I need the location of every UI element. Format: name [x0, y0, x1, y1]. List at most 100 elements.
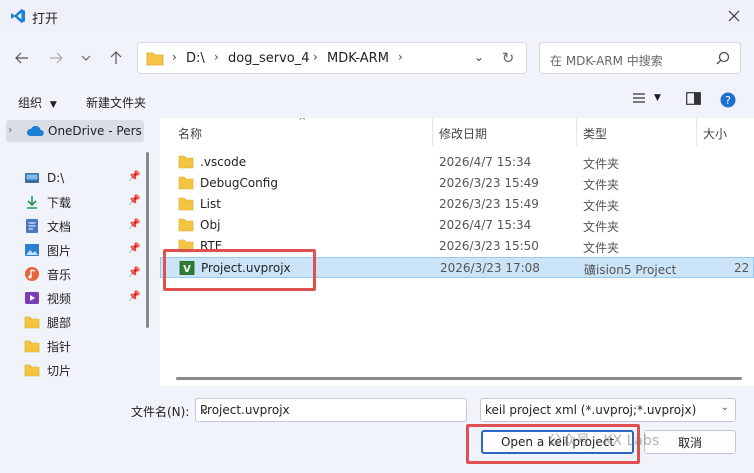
folder-icon — [178, 176, 194, 190]
chevron-right-icon: › — [398, 50, 403, 64]
view-options-button[interactable]: ▼ — [632, 92, 661, 104]
filename-field[interactable]: Project.uvprojx ⌄ — [195, 398, 467, 422]
column-divider[interactable] — [696, 118, 697, 146]
file-type: 文件夹 — [583, 220, 620, 234]
video-icon — [24, 290, 40, 306]
sidebar-item-label: 视频 — [47, 291, 72, 306]
caret-down-icon: ▼ — [654, 93, 661, 103]
sidebar-item-label: 切片 — [47, 363, 72, 378]
file-type-select[interactable]: keil project xml (*.uvproj;*.uvprojx) ⌄ — [480, 398, 736, 422]
file-row-obj[interactable]: Obj 2026/4/7 15:34 文件夹 — [160, 215, 754, 236]
column-divider[interactable] — [576, 118, 577, 146]
column-divider[interactable] — [432, 118, 433, 146]
close-icon — [728, 10, 740, 22]
close-button[interactable] — [722, 4, 746, 28]
sidebar-item-pictures[interactable]: 图片 📌 — [24, 239, 144, 261]
column-header-size[interactable]: 大小 — [703, 118, 727, 146]
sidebar-item-onedrive[interactable]: OneDrive - Pers — [6, 120, 144, 142]
column-header-name[interactable]: 名称 — [178, 118, 202, 146]
folder-icon — [178, 197, 194, 211]
pin-icon: 📌 — [128, 195, 141, 206]
up-button[interactable] — [104, 46, 128, 70]
watermark: 公众号 · KX Labs — [548, 433, 660, 449]
breadcrumb-mdk-arm[interactable]: MDK-ARM — [327, 51, 389, 66]
file-type: 文件夹 — [583, 199, 620, 213]
refresh-icon[interactable]: ↻ — [498, 49, 518, 69]
download-icon — [24, 194, 40, 210]
sidebar-item-label: OneDrive - Pers — [48, 124, 142, 138]
pin-icon: 📌 — [128, 291, 141, 302]
arrow-right-icon — [50, 52, 63, 64]
folder-icon — [146, 52, 164, 66]
file-row-debugconfig[interactable]: DebugConfig 2026/3/23 15:49 文件夹 — [160, 173, 754, 194]
help-button[interactable]: ? — [720, 92, 736, 108]
file-type: 礦ision5 Project — [584, 263, 677, 277]
list-view-icon — [633, 93, 645, 103]
chevron-down-icon: ⌄ — [720, 402, 729, 413]
sort-up-icon: ^ — [298, 118, 307, 127]
drive-icon — [24, 170, 40, 186]
file-date: 2026/3/23 15:49 — [439, 176, 539, 190]
breadcrumb-project[interactable]: dog_servo_4 — [228, 51, 310, 66]
pin-icon: 📌 — [128, 267, 141, 278]
new-folder-button[interactable]: 新建文件夹 — [86, 94, 146, 111]
folder-icon — [24, 314, 40, 330]
title-bar: 打开 — [0, 0, 754, 32]
command-bar: 组织 ▼ 新建文件夹 ▼ ? — [0, 86, 754, 116]
chevron-down-icon — [81, 55, 91, 61]
arrow-up-icon — [110, 51, 122, 64]
preview-pane-icon — [686, 92, 701, 105]
chevron-down-icon[interactable]: ⌄ — [200, 403, 460, 417]
file-date: 2026/3/23 17:08 — [440, 261, 540, 275]
column-header-type[interactable]: 类型 — [583, 118, 607, 146]
file-row-list[interactable]: List 2026/3/23 15:49 文件夹 — [160, 194, 754, 215]
file-date: 2026/4/7 15:34 — [439, 155, 532, 169]
address-bar[interactable]: › D:\ › dog_servo_4 › MDK-ARM › ⌄ ↻ — [137, 42, 527, 74]
preview-pane-button[interactable] — [686, 92, 701, 105]
sidebar-item-slices[interactable]: 切片 — [24, 359, 144, 381]
folder-icon — [24, 362, 40, 378]
file-size: 22 — [734, 261, 750, 275]
sidebar-item-drive-d[interactable]: D:\ 📌 — [24, 167, 144, 189]
caret-down-icon: ▼ — [49, 100, 57, 110]
file-type: 文件夹 — [583, 157, 620, 171]
sidebar-item-label: 音乐 — [47, 267, 72, 282]
sidebar-item-videos[interactable]: 视频 📌 — [24, 287, 144, 309]
file-type-value: keil project xml (*.uvproj;*.uvprojx) — [485, 403, 697, 417]
music-icon — [24, 266, 40, 282]
file-type: 文件夹 — [583, 178, 620, 192]
chevron-right-icon: › — [214, 50, 219, 64]
folder-icon — [24, 338, 40, 354]
sidebar-item-label: D:\ — [47, 171, 65, 185]
file-row-vscode[interactable]: .vscode 2026/4/7 15:34 文件夹 — [160, 152, 754, 173]
pin-icon: 📌 — [128, 171, 141, 182]
back-button[interactable] — [10, 46, 34, 70]
sidebar-scrollbar[interactable] — [146, 152, 149, 328]
file-date: 2026/3/23 15:50 — [439, 239, 539, 253]
forward-button[interactable] — [44, 46, 68, 70]
chevron-right-icon[interactable]: › — [8, 123, 12, 136]
sidebar-item-pointer[interactable]: 指针 — [24, 335, 144, 357]
arrow-left-icon — [15, 52, 28, 64]
file-name: DebugConfig — [200, 176, 278, 190]
pin-icon: 📌 — [128, 219, 141, 230]
sidebar-item-documents[interactable]: 文档 📌 — [24, 215, 144, 237]
window-title: 打开 — [32, 12, 59, 27]
search-input[interactable]: 在 MDK-ARM 中搜索 — [539, 42, 741, 74]
breadcrumb-drive[interactable]: D:\ — [186, 51, 205, 66]
navigation-pane: OneDrive - Pers › D:\ 📌 下载 📌 文档 📌 图片 📌 音… — [0, 118, 150, 386]
sidebar-item-label: 图片 — [47, 243, 72, 258]
vscode-icon — [11, 9, 25, 23]
chevron-down-icon[interactable]: ⌄ — [474, 50, 484, 64]
sidebar-item-music[interactable]: 音乐 📌 — [24, 263, 144, 285]
help-icon: ? — [720, 92, 736, 108]
picture-icon — [24, 242, 40, 258]
organize-menu[interactable]: 组织 ▼ — [18, 94, 57, 111]
filename-label: 文件名(N): — [131, 405, 190, 419]
horizontal-scrollbar[interactable] — [176, 377, 742, 380]
sidebar-item-legs[interactable]: 腿部 — [24, 311, 144, 333]
column-header-date[interactable]: 修改日期 — [439, 118, 487, 146]
folder-icon — [178, 218, 194, 232]
sidebar-item-downloads[interactable]: 下载 📌 — [24, 191, 144, 213]
recent-locations-button[interactable] — [74, 46, 98, 70]
